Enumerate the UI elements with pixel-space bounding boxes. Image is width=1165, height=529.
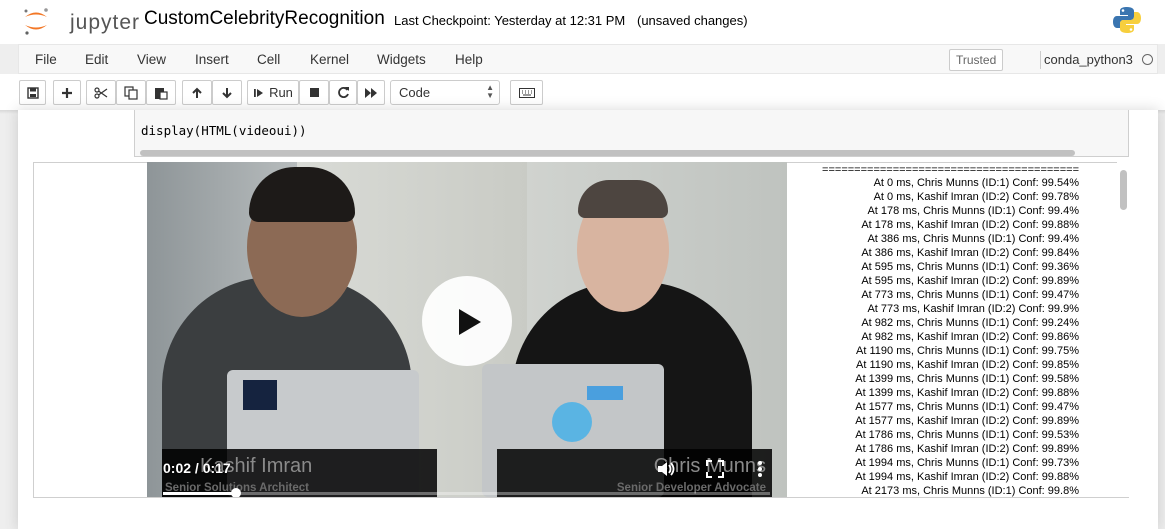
command-palette-button[interactable]: [510, 80, 543, 105]
log-line: At 1994 ms, Kashif Imran (ID:2) Conf: 99…: [855, 471, 1079, 483]
toolbar: Run Code ▲ ▼: [0, 74, 1165, 110]
log-line: At 1786 ms, Chris Munns (ID:1) Conf: 99.…: [855, 429, 1079, 441]
paste-icon: [155, 87, 168, 100]
recognition-log: ========================================…: [787, 162, 1087, 497]
log-line: At 178 ms, Chris Munns (ID:1) Conf: 99.4…: [867, 205, 1079, 217]
lower-third-right: Chris Munns Senior Developer Advocate: [497, 449, 772, 497]
python-logo-icon: [1113, 7, 1141, 33]
log-line: At 1994 ms, Chris Munns (ID:1) Conf: 99.…: [855, 457, 1079, 469]
menu-widgets[interactable]: Widgets: [377, 52, 426, 67]
log-line: At 982 ms, Kashif Imran (ID:2) Conf: 99.…: [861, 331, 1079, 343]
trusted-badge[interactable]: Trusted: [949, 49, 1004, 71]
log-line: At 1577 ms, Kashif Imran (ID:2) Conf: 99…: [855, 415, 1079, 427]
restart-run-all-button[interactable]: [357, 80, 385, 105]
keyboard-icon: [518, 87, 535, 98]
paste-button[interactable]: [146, 80, 176, 105]
log-line: At 595 ms, Kashif Imran (ID:2) Conf: 99.…: [861, 275, 1079, 287]
play-icon: [459, 309, 481, 335]
select-arrows-icon: ▲ ▼: [486, 83, 494, 100]
log-line: At 773 ms, Chris Munns (ID:1) Conf: 99.4…: [861, 289, 1079, 301]
laptop-sticker: [552, 402, 592, 442]
run-label: Run: [269, 85, 293, 100]
volume-icon[interactable]: [655, 458, 677, 480]
video-time: 0:02 / 0:17: [163, 460, 231, 476]
menu-help[interactable]: Help: [455, 52, 483, 67]
speaker-2-hair: [578, 180, 668, 218]
move-up-button[interactable]: [182, 80, 212, 105]
logo-text: jupyter: [70, 11, 141, 34]
kernel-name[interactable]: conda_python3: [1044, 52, 1133, 67]
interrupt-button[interactable]: [299, 80, 329, 105]
video-progress-played: [163, 492, 236, 495]
log-line: At 1577 ms, Chris Munns (ID:1) Conf: 99.…: [855, 401, 1079, 413]
move-down-button[interactable]: [212, 80, 242, 105]
log-line: At 0 ms, Chris Munns (ID:1) Conf: 99.54%: [873, 177, 1079, 189]
insert-cell-button[interactable]: [53, 80, 81, 105]
code-line: display(HTML(videoui)): [141, 123, 307, 138]
log-separator: ========================================: [822, 164, 1079, 176]
unsaved-indicator: (unsaved changes): [637, 13, 748, 28]
fast-forward-icon: [365, 87, 377, 98]
menu-kernel[interactable]: Kernel: [310, 52, 349, 67]
cut-button[interactable]: [86, 80, 116, 105]
notebook-title[interactable]: CustomCelebrityRecognition: [144, 8, 385, 30]
log-line: At 178 ms, Kashif Imran (ID:2) Conf: 99.…: [861, 219, 1079, 231]
jupyter-logo[interactable]: jupyter: [22, 6, 139, 36]
menu-insert[interactable]: Insert: [195, 52, 229, 67]
log-line: At 1190 ms, Chris Munns (ID:1) Conf: 99.…: [856, 345, 1079, 357]
cell-type-select[interactable]: Code ▲ ▼: [390, 80, 500, 105]
log-line: At 0 ms, Kashif Imran (ID:2) Conf: 99.78…: [873, 191, 1079, 203]
notebook-header: jupyter CustomCelebrityRecognition Last …: [0, 0, 1165, 44]
log-line: At 1399 ms, Chris Munns (ID:1) Conf: 99.…: [855, 373, 1079, 385]
scrollbar-thumb[interactable]: [1120, 170, 1127, 210]
log-line: At 773 ms, Kashif Imran (ID:2) Conf: 99.…: [867, 303, 1079, 315]
log-line: At 386 ms, Chris Munns (ID:1) Conf: 99.4…: [867, 233, 1079, 245]
menu-edit[interactable]: Edit: [85, 52, 108, 67]
copy-icon: [124, 85, 138, 100]
menu-cell[interactable]: Cell: [257, 52, 280, 67]
jupyter-logo-icon: [24, 8, 48, 35]
video-scrubber-handle[interactable]: [230, 488, 241, 497]
arrow-down-icon: [222, 87, 232, 98]
restart-button[interactable]: [329, 80, 357, 105]
scissors-icon: [94, 86, 108, 99]
menu-view[interactable]: View: [137, 52, 166, 67]
run-button[interactable]: Run: [247, 80, 299, 105]
kernel-idle-icon: [1142, 54, 1153, 65]
checkpoint-status: Last Checkpoint: Yesterday at 12:31 PM: [394, 13, 626, 28]
plus-icon: [62, 87, 72, 98]
log-line: At 1190 ms, Kashif Imran (ID:2) Conf: 99…: [856, 359, 1079, 371]
save-icon: [26, 86, 39, 99]
log-line: At 982 ms, Chris Munns (ID:1) Conf: 99.2…: [861, 317, 1079, 329]
log-line: At 595 ms, Chris Munns (ID:1) Conf: 99.3…: [861, 261, 1079, 273]
menubar: File Edit View Insert Cell Kernel Widget…: [18, 44, 1158, 74]
save-button[interactable]: [19, 80, 46, 105]
scrollbar-thumb[interactable]: [140, 150, 1075, 156]
laptop-sticker: [587, 386, 623, 400]
copy-button[interactable]: [116, 80, 146, 105]
log-line: At 386 ms, Kashif Imran (ID:2) Conf: 99.…: [861, 247, 1079, 259]
log-line: At 1399 ms, Kashif Imran (ID:2) Conf: 99…: [855, 387, 1079, 399]
step-forward-icon: [254, 88, 264, 97]
stop-icon: [309, 88, 319, 97]
restart-icon: [337, 87, 349, 98]
vertical-scrollbar[interactable]: [1117, 162, 1130, 497]
menu-file[interactable]: File: [35, 52, 57, 67]
laptop-sticker: [243, 380, 277, 410]
horizontal-scrollbar[interactable]: [136, 148, 1129, 158]
kernel-divider: [1040, 51, 1041, 69]
arrow-up-icon: [192, 87, 202, 98]
log-line: At 1786 ms, Kashif Imran (ID:2) Conf: 99…: [855, 443, 1079, 455]
log-line: At 2173 ms, Chris Munns (ID:1) Conf: 99.…: [861, 485, 1079, 497]
video-player[interactable]: Kashif Imran Senior Solutions Architect …: [147, 162, 787, 497]
more-options-icon[interactable]: [756, 458, 764, 480]
video-progress-bar[interactable]: [163, 492, 770, 495]
fullscreen-icon[interactable]: [704, 458, 726, 480]
cell-type-value: Code: [399, 85, 431, 100]
